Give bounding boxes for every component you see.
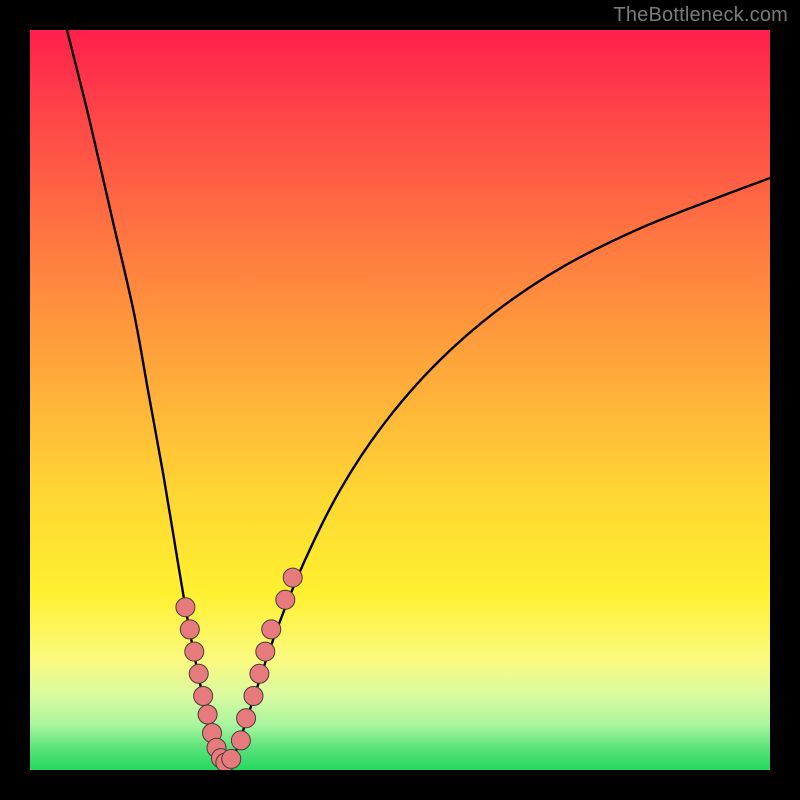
watermark-text: TheBottleneck.com [613, 4, 788, 27]
curve-marker [194, 687, 213, 706]
curve-layer [30, 30, 770, 770]
curve-marker [237, 709, 256, 728]
marker-layer [176, 568, 302, 770]
curve-marker [283, 568, 302, 587]
curve-marker [262, 620, 281, 639]
curve-marker [222, 749, 241, 768]
chart-stage: TheBottleneck.com [0, 0, 800, 800]
curve-marker [185, 642, 204, 661]
curve-marker [180, 620, 199, 639]
plot-area [30, 30, 770, 770]
curve-marker [244, 687, 263, 706]
curve-marker [256, 642, 275, 661]
curve-marker [276, 590, 295, 609]
bottleneck-curve-path [67, 30, 770, 764]
curve-marker [189, 664, 208, 683]
curve-marker [231, 731, 250, 750]
curve-marker [250, 664, 269, 683]
curve-marker [176, 598, 195, 617]
curve-marker [198, 705, 217, 724]
